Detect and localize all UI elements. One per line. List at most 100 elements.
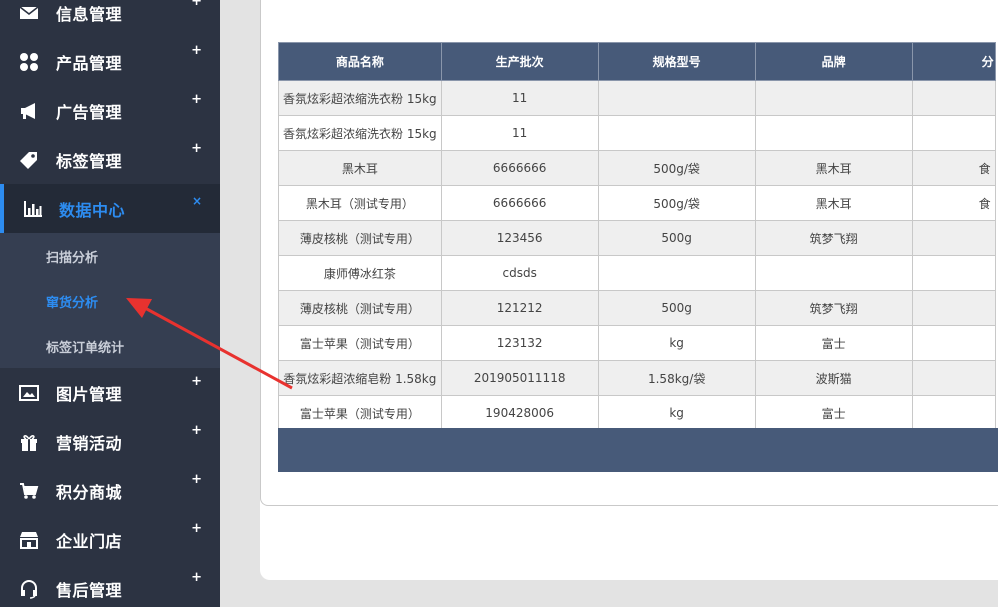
cell-product-name: 富士苹果（测试专用）	[278, 395, 442, 431]
cell-product-name: 香氛炫彩超浓缩洗衣粉 15kg	[278, 115, 442, 151]
cell-brand: 波斯猫	[754, 360, 913, 396]
cell-spec: 500g/袋	[597, 185, 756, 221]
cell-category	[911, 255, 996, 291]
expand-icon[interactable]: +	[191, 92, 202, 107]
sidebar-item-label: 图片管理	[56, 384, 123, 404]
gift-icon	[18, 431, 40, 453]
image-icon	[18, 382, 40, 404]
cell-spec: 1.58kg/袋	[597, 360, 756, 396]
table-row[interactable]: 薄皮核桃（测试专用） 121212 500g 筑梦飞翔	[278, 290, 996, 326]
cell-batch: cdsds	[440, 255, 599, 291]
submenu-item-tag-order-stats[interactable]: 标签订单统计	[46, 337, 124, 356]
grid-icon	[18, 51, 40, 73]
expand-icon[interactable]: +	[191, 374, 202, 389]
cell-spec: kg	[597, 325, 756, 361]
sidebar-item-tags[interactable]: 标签管理 +	[0, 135, 220, 184]
cell-product-name: 富士苹果（测试专用）	[278, 325, 442, 361]
sidebar-item-label: 数据中心	[59, 200, 126, 220]
cell-brand: 筑梦飞翔	[754, 220, 913, 256]
cell-category	[911, 395, 996, 431]
expand-icon[interactable]: +	[191, 472, 202, 487]
table-row[interactable]: 香氛炫彩超浓缩洗衣粉 15kg 11	[278, 80, 996, 116]
cart-icon	[18, 480, 40, 502]
column-header-spec[interactable]: 规格型号	[597, 42, 756, 81]
cell-batch: 123456	[440, 220, 599, 256]
cell-brand	[754, 255, 913, 291]
column-header-category[interactable]: 分	[911, 42, 996, 81]
submenu-data-center: 扫描分析 窜货分析 标签订单统计	[0, 233, 220, 368]
sidebar-item-products[interactable]: 产品管理 +	[0, 37, 220, 86]
expand-icon[interactable]: +	[191, 570, 202, 585]
column-header-product-name[interactable]: 商品名称	[278, 42, 442, 81]
cell-brand	[754, 115, 913, 151]
cell-category	[911, 325, 996, 361]
cell-product-name: 香氛炫彩超浓缩洗衣粉 15kg	[278, 80, 442, 116]
table-row[interactable]: 薄皮核桃（测试专用） 123456 500g 筑梦飞翔	[278, 220, 996, 256]
sidebar-item-data-center[interactable]: 数据中心 ×	[0, 184, 220, 233]
table-row[interactable]: 康师傅冰红茶 cdsds	[278, 255, 996, 291]
cell-batch: 121212	[440, 290, 599, 326]
cell-product-name: 香氛炫彩超浓缩皂粉 1.58kg	[278, 360, 442, 396]
store-icon	[18, 529, 40, 551]
table-row[interactable]: 黑木耳 6666666 500g/袋 黑木耳 食	[278, 150, 996, 186]
cell-product-name: 薄皮核桃（测试专用）	[278, 220, 442, 256]
cell-category	[911, 360, 996, 396]
cell-batch: 6666666	[440, 150, 599, 186]
cell-category	[911, 80, 996, 116]
envelope-icon	[18, 2, 40, 24]
cell-product-name: 黑木耳	[278, 150, 442, 186]
submenu-item-scan-analysis[interactable]: 扫描分析	[46, 247, 98, 266]
sidebar-item-label: 标签管理	[56, 151, 123, 171]
expand-icon[interactable]: +	[191, 0, 202, 9]
sidebar-item-label: 售后管理	[56, 580, 123, 600]
cell-batch: 11	[440, 80, 599, 116]
sidebar-item-label: 信息管理	[56, 4, 123, 24]
cell-category: 食	[911, 150, 996, 186]
submenu-item-diversion-analysis[interactable]: 窜货分析	[46, 292, 98, 311]
cell-spec: 500g	[597, 290, 756, 326]
column-header-batch[interactable]: 生产批次	[440, 42, 599, 81]
table-pagination-bar	[278, 428, 998, 472]
table-header-row: 商品名称 生产批次 规格型号 品牌 分	[278, 42, 996, 81]
column-header-brand[interactable]: 品牌	[754, 42, 913, 81]
expand-icon[interactable]: +	[191, 43, 202, 58]
cell-spec: 500g/袋	[597, 150, 756, 186]
sidebar-item-images[interactable]: 图片管理 +	[0, 368, 220, 417]
table-row[interactable]: 香氛炫彩超浓缩洗衣粉 15kg 11	[278, 115, 996, 151]
sidebar-item-info[interactable]: 信息管理 +	[0, 0, 220, 37]
cell-batch: 201905011118	[440, 360, 599, 396]
sidebar-item-after-sales[interactable]: 售后管理 +	[0, 564, 220, 607]
sidebar-item-label: 积分商城	[56, 482, 123, 502]
sidebar-item-marketing[interactable]: 营销活动 +	[0, 417, 220, 466]
expand-icon[interactable]: +	[191, 141, 202, 156]
sidebar-item-points-mall[interactable]: 积分商城 +	[0, 466, 220, 515]
cell-spec: kg	[597, 395, 756, 431]
table-row[interactable]: 富士苹果（测试专用） 123132 kg 富士	[278, 325, 996, 361]
sidebar-item-label: 产品管理	[56, 53, 123, 73]
cell-spec	[597, 115, 756, 151]
cell-batch: 123132	[440, 325, 599, 361]
cell-brand: 富士	[754, 395, 913, 431]
cell-spec	[597, 255, 756, 291]
cell-product-name: 康师傅冰红茶	[278, 255, 442, 291]
megaphone-icon	[18, 100, 40, 122]
cell-spec	[597, 80, 756, 116]
cell-brand: 筑梦飞翔	[754, 290, 913, 326]
table-row[interactable]: 富士苹果（测试专用） 190428006 kg 富士	[278, 395, 996, 431]
headset-icon	[18, 578, 40, 600]
expand-icon[interactable]: +	[191, 521, 202, 536]
table-row[interactable]: 黑木耳（测试专用） 6666666 500g/袋 黑木耳 食	[278, 185, 996, 221]
sidebar-item-label: 广告管理	[56, 102, 123, 122]
cell-product-name: 黑木耳（测试专用）	[278, 185, 442, 221]
sidebar-item-ads[interactable]: 广告管理 +	[0, 86, 220, 135]
active-indicator	[0, 184, 4, 233]
cell-brand: 富士	[754, 325, 913, 361]
expand-icon[interactable]: +	[191, 423, 202, 438]
sidebar: 信息管理 + 产品管理 + 广告管理 + 标签管理 + 数据中心 × 扫描分析 …	[0, 0, 220, 607]
sidebar-item-stores[interactable]: 企业门店 +	[0, 515, 220, 564]
tag-icon	[18, 149, 40, 171]
table-row[interactable]: 香氛炫彩超浓缩皂粉 1.58kg 201905011118 1.58kg/袋 波…	[278, 360, 996, 396]
collapse-icon[interactable]: ×	[192, 194, 202, 208]
cell-product-name: 薄皮核桃（测试专用）	[278, 290, 442, 326]
cell-category: 食	[911, 185, 996, 221]
